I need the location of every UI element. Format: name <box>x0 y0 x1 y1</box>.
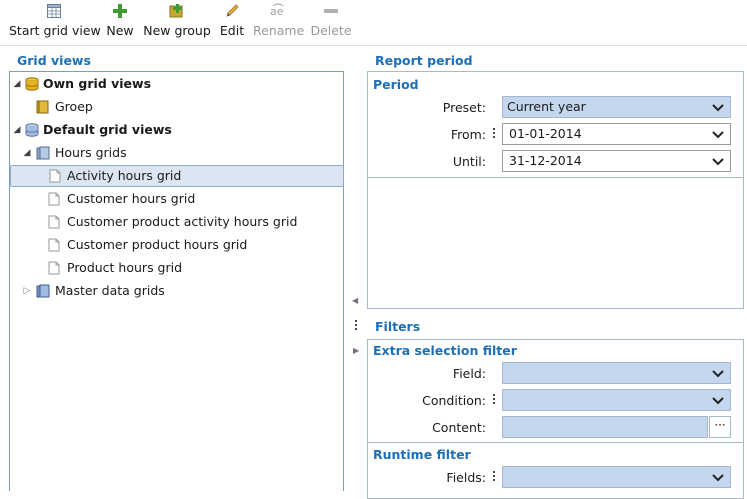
runtime-filter-heading: Runtime filter <box>373 447 471 462</box>
fields-options-icon[interactable] <box>493 471 495 483</box>
fields-select[interactable] <box>502 466 731 488</box>
tree-node-default-grid-views[interactable]: ◢ Default grid views <box>10 119 343 141</box>
chevron-down-icon <box>712 104 724 112</box>
tree-item-customer-product-activity-hours-grid[interactable]: Customer product activity hours grid <box>10 211 343 233</box>
filters-divider <box>368 442 743 443</box>
content-input[interactable] <box>502 416 708 438</box>
document-icon <box>48 192 60 206</box>
document-icon <box>48 215 60 229</box>
condition-options-icon[interactable] <box>493 394 495 406</box>
toolbar-divider <box>0 45 747 46</box>
expand-arrow-icon[interactable]: ◢ <box>22 142 32 164</box>
tree-node-label: Hours grids <box>55 145 127 160</box>
rename-icon: ae <box>253 0 303 22</box>
new-label: New <box>106 23 134 38</box>
rename-label: Rename <box>253 23 305 38</box>
chevron-down-icon <box>712 397 724 405</box>
database-icon <box>25 77 39 91</box>
tree-item-activity-hours-grid[interactable]: Activity hours grid <box>10 165 344 187</box>
document-icon <box>48 261 60 275</box>
grid-view-icon <box>9 0 99 22</box>
grid-views-title: Grid views <box>17 53 91 68</box>
preset-label: Preset: <box>442 100 486 115</box>
expand-arrow-icon[interactable]: ◢ <box>12 73 22 95</box>
tree-item-customer-hours-grid[interactable]: Customer hours grid <box>10 188 343 210</box>
folder-icon <box>36 100 49 114</box>
tree-item-product-hours-grid[interactable]: Product hours grid <box>10 257 343 279</box>
period-divider <box>368 177 743 178</box>
tree-item-label: Activity hours grid <box>67 168 182 183</box>
tree-item-label: Product hours grid <box>67 260 183 275</box>
tree-item-label: Customer product activity hours grid <box>67 214 298 229</box>
minus-icon <box>310 0 352 22</box>
edit-label: Edit <box>219 23 245 38</box>
tree-node-master-data-grids[interactable]: ▷ Master data grids <box>10 280 343 302</box>
collapse-left-icon[interactable]: ◀ <box>352 296 358 305</box>
content-label: Content: <box>432 420 486 435</box>
book-folder-icon <box>36 284 50 298</box>
chevron-down-icon <box>712 474 724 482</box>
preset-select[interactable]: Current year <box>502 96 731 118</box>
new-group-button[interactable]: New group <box>143 0 211 42</box>
until-label: Until: <box>452 154 486 169</box>
collapsed-arrow-icon[interactable]: ▷ <box>22 280 32 302</box>
report-period-title: Report period <box>375 53 473 68</box>
filters-title: Filters <box>375 319 421 334</box>
content-browse-button[interactable]: ··· <box>709 416 731 438</box>
rename-button[interactable]: ae Rename <box>253 0 305 42</box>
tree-node-groep[interactable]: Groep <box>10 96 343 118</box>
chevron-down-icon <box>712 158 724 166</box>
tree-node-own-grid-views[interactable]: ◢ Own grid views <box>10 73 343 95</box>
tree-item-label: Customer hours grid <box>67 191 196 206</box>
tree-node-label: Own grid views <box>43 76 152 91</box>
chevron-down-icon <box>712 131 724 139</box>
chevron-down-icon <box>712 370 724 378</box>
delete-button[interactable]: Delete <box>310 0 352 42</box>
expand-right-icon[interactable]: ▶ <box>353 346 359 355</box>
new-group-icon <box>143 0 211 22</box>
from-date-picker[interactable]: 01-01-2014 <box>502 123 731 145</box>
new-group-label: New group <box>143 23 211 38</box>
document-icon <box>48 238 60 252</box>
start-grid-view-label: Start grid view <box>9 23 101 38</box>
condition-label: Condition: <box>422 393 486 408</box>
field-select[interactable] <box>502 362 731 384</box>
tree-item-customer-product-hours-grid[interactable]: Customer product hours grid <box>10 234 343 256</box>
preset-value: Current year <box>507 99 586 114</box>
from-options-icon[interactable] <box>493 128 495 140</box>
plus-icon <box>104 0 136 22</box>
splitter-grip-icon[interactable] <box>355 320 357 332</box>
book-folder-icon <box>36 146 50 160</box>
delete-label: Delete <box>310 23 352 38</box>
start-grid-view-button[interactable]: Start grid view <box>9 0 101 42</box>
extra-selection-filter-heading: Extra selection filter <box>373 343 517 358</box>
expand-arrow-icon[interactable]: ◢ <box>12 119 22 141</box>
tree-item-label: Customer product hours grid <box>67 237 248 252</box>
database-icon <box>25 123 39 137</box>
svg-text:ae: ae <box>270 5 284 18</box>
tree-node-label: Default grid views <box>43 122 172 137</box>
period-heading: Period <box>373 77 419 92</box>
tree-node-label: Groep <box>55 99 93 114</box>
new-button[interactable]: New <box>104 0 136 42</box>
until-date-value: 31-12-2014 <box>509 153 582 168</box>
fields-label: Fields: <box>446 470 486 485</box>
field-label: Field: <box>452 366 486 381</box>
pencil-icon <box>218 0 246 22</box>
grid-views-tree: ◢ Own grid views Groep ◢ Default grid vi… <box>9 71 344 491</box>
document-icon <box>49 169 61 183</box>
tree-node-label: Master data grids <box>55 283 165 298</box>
condition-select[interactable] <box>502 389 731 411</box>
tree-node-hours-grids[interactable]: ◢ Hours grids <box>10 142 343 164</box>
from-label: From: <box>450 127 486 142</box>
until-date-picker[interactable]: 31-12-2014 <box>502 150 731 172</box>
edit-button[interactable]: Edit <box>218 0 246 42</box>
from-date-value: 01-01-2014 <box>509 126 582 141</box>
